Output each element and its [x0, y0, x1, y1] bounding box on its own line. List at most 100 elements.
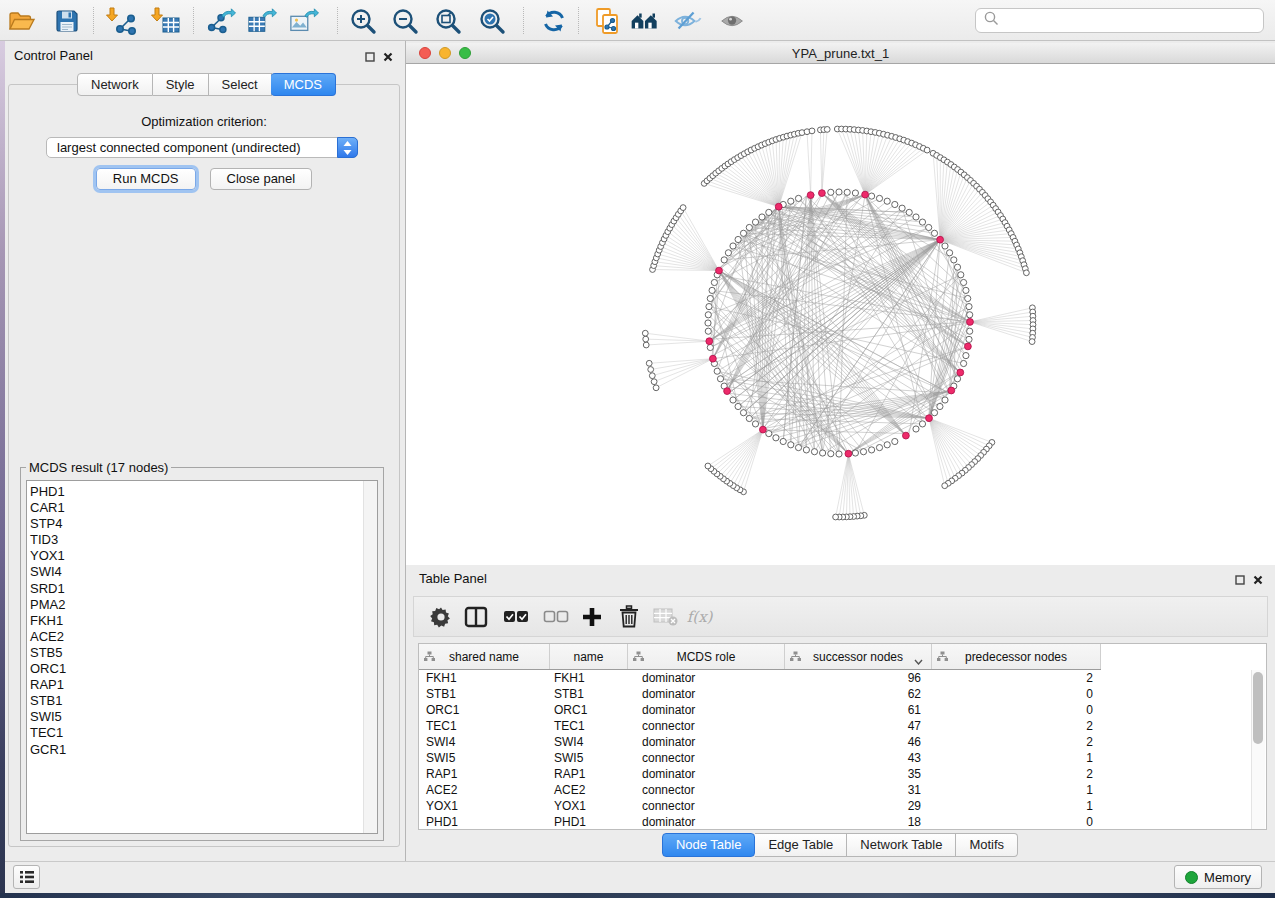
clone-network-icon[interactable]: [593, 6, 623, 36]
mcds-result-list[interactable]: PHD1CAR1STP4TID3YOX1SWI4SRD1PMA2FKH1ACE2…: [26, 480, 378, 834]
tab-node-table[interactable]: Node Table: [662, 833, 756, 857]
cell[interactable]: TEC1: [550, 718, 628, 734]
column-header-shared-name[interactable]: shared name: [419, 644, 550, 669]
mcds-result-item[interactable]: FKH1: [27, 613, 377, 629]
criterion-dropdown[interactable]: largest connected component (undirected): [46, 137, 358, 158]
cell[interactable]: 29: [785, 798, 932, 814]
cell[interactable]: PHD1: [419, 814, 550, 830]
mcds-result-item[interactable]: PHD1: [27, 484, 377, 500]
cell[interactable]: SWI5: [419, 750, 550, 766]
hide-selected-icon[interactable]: [672, 6, 702, 36]
tab-select[interactable]: Select: [209, 73, 272, 96]
delete-row-icon[interactable]: [614, 602, 644, 632]
cell[interactable]: 0: [932, 814, 1101, 830]
zoom-out-icon[interactable]: [390, 6, 420, 36]
import-network-icon[interactable]: [106, 6, 136, 36]
cell[interactable]: FKH1: [419, 670, 550, 686]
cell[interactable]: 35: [785, 766, 932, 782]
column-header-predecessor-nodes[interactable]: predecessor nodes: [932, 644, 1101, 669]
cell[interactable]: PHD1: [550, 814, 628, 830]
cell[interactable]: 2: [932, 718, 1101, 734]
cell[interactable]: 96: [785, 670, 932, 686]
cell[interactable]: 1: [932, 750, 1101, 766]
network-graph-canvas[interactable]: [406, 64, 1275, 565]
show-columns-icon[interactable]: [461, 602, 491, 632]
cell[interactable]: RAP1: [550, 766, 628, 782]
mcds-result-item[interactable]: SWI4: [27, 564, 377, 580]
mcds-result-item[interactable]: TEC1: [27, 725, 377, 741]
tab-style[interactable]: Style: [153, 73, 209, 96]
cell[interactable]: 2: [932, 734, 1101, 750]
cell[interactable]: STB1: [419, 686, 550, 702]
export-network-icon[interactable]: [206, 6, 236, 36]
table-row[interactable]: SWI4SWI4dominator462: [419, 734, 1101, 750]
gear-icon[interactable]: [426, 602, 456, 632]
cell[interactable]: dominator: [628, 702, 785, 718]
tab-mcds[interactable]: MCDS: [271, 73, 336, 96]
mcds-result-item[interactable]: CAR1: [27, 500, 377, 516]
cell[interactable]: 61: [785, 702, 932, 718]
cell[interactable]: YOX1: [419, 798, 550, 814]
cell[interactable]: dominator: [628, 766, 785, 782]
cell[interactable]: 46: [785, 734, 932, 750]
cell[interactable]: ORC1: [550, 702, 628, 718]
cell[interactable]: 0: [932, 686, 1101, 702]
column-header-successor-nodes[interactable]: successor nodes: [785, 644, 932, 669]
cell[interactable]: 18: [785, 814, 932, 830]
save-icon[interactable]: [52, 6, 82, 36]
cell[interactable]: connector: [628, 718, 785, 734]
cell[interactable]: TEC1: [419, 718, 550, 734]
export-image-icon[interactable]: [289, 6, 319, 36]
mcds-result-item[interactable]: RAP1: [27, 677, 377, 693]
refresh-icon[interactable]: [539, 6, 569, 36]
mcds-result-item[interactable]: SRD1: [27, 581, 377, 597]
float-icon[interactable]: [1235, 571, 1245, 589]
cell[interactable]: dominator: [628, 734, 785, 750]
cell[interactable]: STB1: [550, 686, 628, 702]
network-view-titlebar[interactable]: YPA_prune.txt_1: [406, 43, 1275, 64]
table-row[interactable]: STB1STB1dominator620: [419, 686, 1101, 702]
table-row[interactable]: TEC1TEC1connector472: [419, 718, 1101, 734]
node-table[interactable]: shared namenameMCDS rolesuccessor nodesp…: [418, 643, 1267, 830]
open-file-icon[interactable]: [6, 6, 36, 36]
cell[interactable]: ACE2: [419, 782, 550, 798]
column-header-MCDS-role[interactable]: MCDS role: [628, 644, 785, 669]
mcds-result-item[interactable]: YOX1: [27, 548, 377, 564]
table-row[interactable]: FKH1FKH1dominator962: [419, 670, 1101, 686]
mcds-result-item[interactable]: STB5: [27, 645, 377, 661]
cell[interactable]: dominator: [628, 686, 785, 702]
table-row[interactable]: ACE2ACE2connector311: [419, 782, 1101, 798]
task-history-button[interactable]: [13, 865, 40, 889]
search-box[interactable]: [975, 8, 1264, 33]
table-scrollbar[interactable]: [1251, 670, 1265, 829]
cell[interactable]: ORC1: [419, 702, 550, 718]
cell[interactable]: connector: [628, 782, 785, 798]
table-row[interactable]: RAP1RAP1dominator352: [419, 766, 1101, 782]
cell[interactable]: SWI4: [550, 734, 628, 750]
cell[interactable]: 1: [932, 798, 1101, 814]
mcds-result-item[interactable]: ORC1: [27, 661, 377, 677]
close-panel-button[interactable]: Close panel: [210, 168, 313, 190]
mcds-result-item[interactable]: ACE2: [27, 629, 377, 645]
cell[interactable]: connector: [628, 750, 785, 766]
close-icon[interactable]: [383, 48, 393, 66]
search-input[interactable]: [999, 12, 1263, 29]
table-scrollbar-thumb[interactable]: [1253, 672, 1263, 744]
tab-motifs[interactable]: Motifs: [956, 833, 1018, 857]
table-row[interactable]: SWI5SWI5connector431: [419, 750, 1101, 766]
cell[interactable]: SWI4: [419, 734, 550, 750]
export-table-icon[interactable]: [247, 6, 277, 36]
add-row-icon[interactable]: [577, 602, 607, 632]
cell[interactable]: dominator: [628, 814, 785, 830]
mcds-result-item[interactable]: GCR1: [27, 742, 377, 758]
cell[interactable]: 43: [785, 750, 932, 766]
zoom-in-icon[interactable]: [348, 6, 378, 36]
unselect-all-icon[interactable]: [541, 602, 571, 632]
cell[interactable]: 62: [785, 686, 932, 702]
table-row[interactable]: YOX1YOX1connector291: [419, 798, 1101, 814]
memory-button[interactable]: Memory: [1174, 865, 1262, 889]
cell[interactable]: 0: [932, 702, 1101, 718]
cell[interactable]: 1: [932, 782, 1101, 798]
network-overview-icon[interactable]: [630, 6, 660, 36]
cell[interactable]: 2: [932, 670, 1101, 686]
